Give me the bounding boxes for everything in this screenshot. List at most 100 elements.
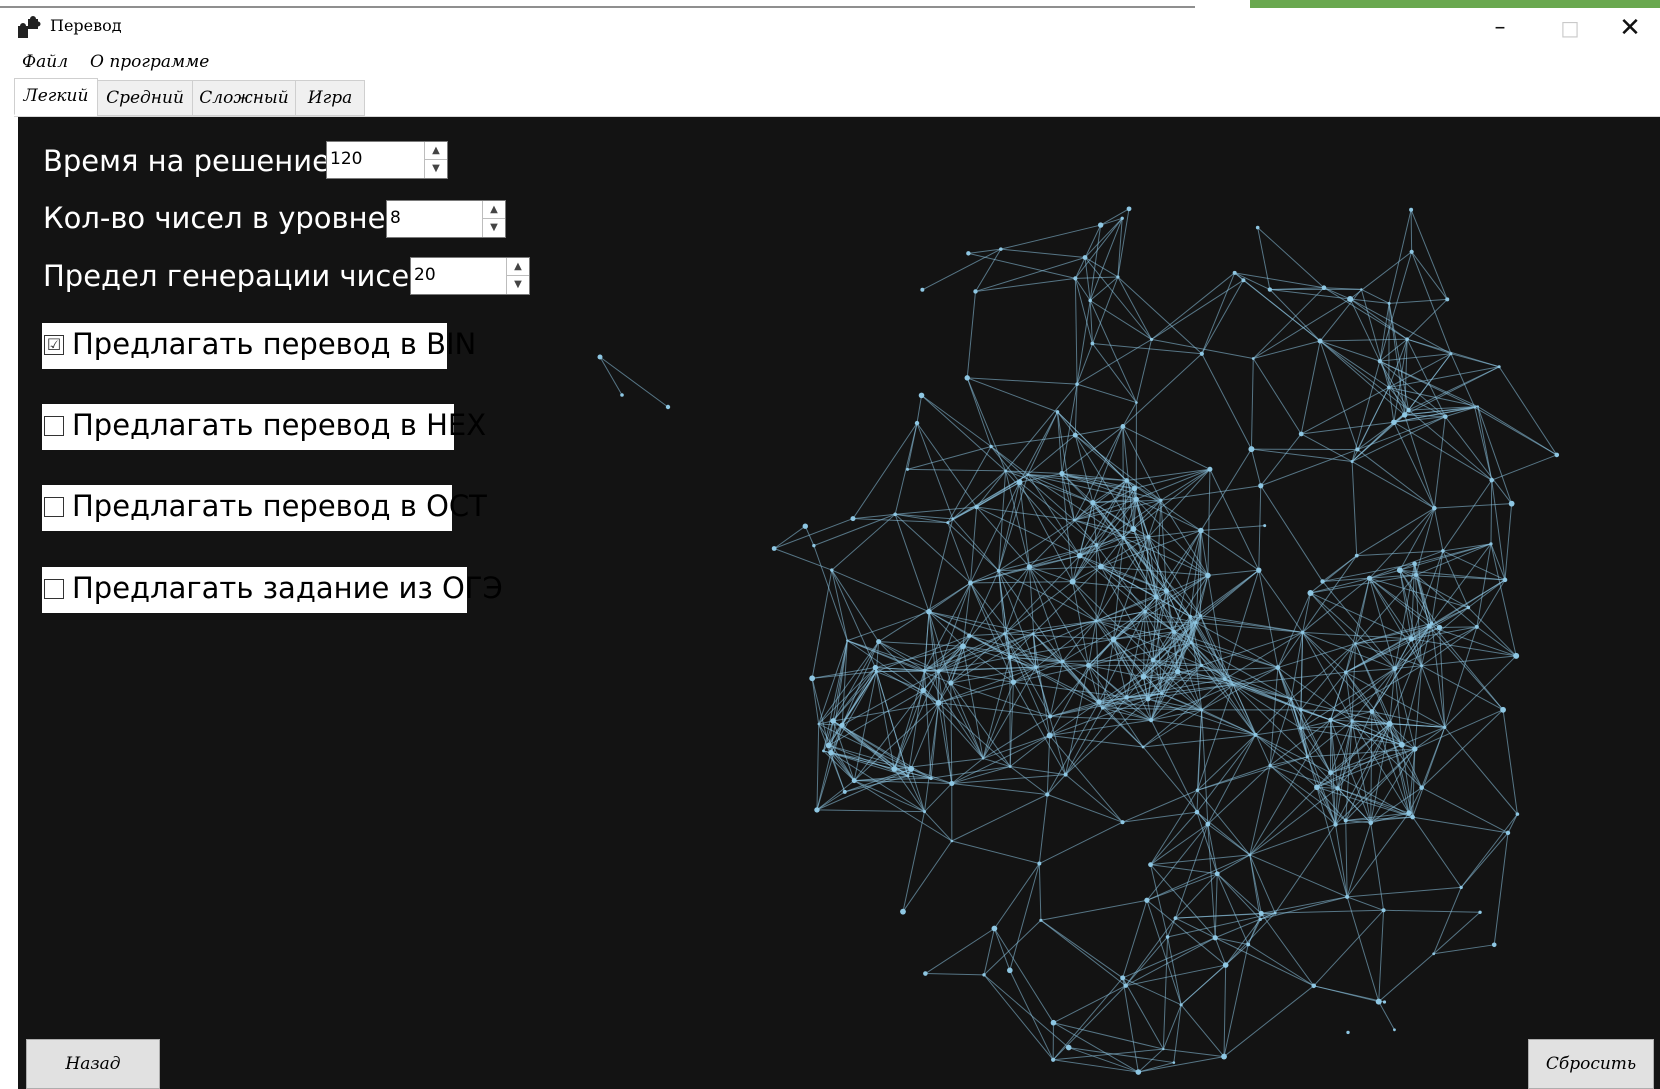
network-node: [1232, 270, 1237, 275]
network-node: [1174, 668, 1181, 675]
spin-up-icon[interactable]: ▲: [483, 201, 505, 219]
limit-spinbox[interactable]: 20 ▲ ▼: [410, 257, 530, 295]
spin-up-icon[interactable]: ▲: [507, 258, 529, 276]
network-edge: [1125, 917, 1176, 987]
network-node: [1298, 708, 1303, 712]
option-oct[interactable]: Предлагать перевод в OCT: [42, 485, 487, 531]
network-edge: [1122, 977, 1182, 1006]
network-edge: [907, 446, 992, 470]
network-edge: [1167, 912, 1276, 938]
network-node: [1459, 885, 1463, 890]
network-edge: [1310, 592, 1396, 669]
network-edge: [1038, 863, 1042, 921]
network-edge: [1319, 340, 1409, 411]
network-edge: [1349, 298, 1408, 340]
network-node: [1055, 410, 1060, 414]
network-edge: [1040, 899, 1147, 921]
reset-button[interactable]: Сбросить: [1528, 1039, 1654, 1089]
time-value[interactable]: 120: [330, 149, 362, 169]
network-edge: [1209, 469, 1260, 571]
network-node: [1246, 942, 1251, 947]
spin-down-icon[interactable]: ▼: [425, 160, 447, 177]
close-button[interactable]: ✕: [1600, 10, 1660, 46]
network-edge: [1306, 756, 1336, 825]
network-edge: [1207, 469, 1211, 576]
network-node: [1199, 351, 1204, 356]
network-node: [1120, 424, 1126, 429]
option-hex[interactable]: Предлагать перевод в HEX: [42, 404, 486, 450]
network-edge: [1056, 411, 1063, 474]
tab-hard[interactable]: Сложный: [192, 80, 296, 116]
network-edge: [1122, 402, 1137, 427]
network-edge: [967, 377, 1058, 413]
network-node: [1267, 287, 1273, 292]
count-value[interactable]: 8: [390, 208, 401, 228]
network-node: [1097, 222, 1104, 228]
network-node: [906, 774, 910, 778]
network-edge: [1450, 353, 1500, 368]
maximize-button[interactable]: □: [1540, 10, 1600, 46]
minimize-button[interactable]: –: [1470, 10, 1530, 46]
network-node: [1126, 206, 1132, 212]
spin-down-icon[interactable]: ▼: [483, 219, 505, 236]
network-edge: [1301, 421, 1394, 435]
network-node: [1442, 725, 1447, 729]
network-edge: [966, 377, 992, 447]
network-node: [1387, 301, 1391, 305]
tab-game[interactable]: Игра: [295, 80, 365, 116]
network-node: [1441, 549, 1445, 553]
network-node: [1050, 1019, 1057, 1026]
network-node: [1387, 385, 1391, 390]
network-edge: [1074, 434, 1162, 501]
option-oge[interactable]: Предлагать задание из ОГЭ: [42, 567, 503, 613]
back-button[interactable]: Назад: [26, 1039, 160, 1089]
network-node: [1409, 207, 1414, 212]
menu-file[interactable]: Файл: [22, 52, 68, 72]
tab-content-panel: Время на решение: 120 ▲ ▼ Кол-во чисел в…: [18, 117, 1660, 1089]
network-edge: [1383, 909, 1481, 913]
network-edge: [966, 377, 1007, 472]
network-edge: [923, 611, 930, 671]
title-bar[interactable]: [0, 8, 1660, 48]
network-edge: [1378, 1001, 1395, 1031]
tab-medium[interactable]: Средний: [97, 80, 193, 116]
checkbox-oge[interactable]: [44, 579, 64, 599]
network-node: [893, 512, 897, 517]
network-edge: [895, 513, 953, 520]
option-bin[interactable]: ☑ Предлагать перевод в BIN: [42, 323, 476, 369]
spin-down-icon[interactable]: ▼: [507, 276, 529, 293]
time-spinbox[interactable]: 120 ▲ ▼: [326, 141, 448, 179]
network-edge: [1074, 434, 1094, 503]
network-edge: [1000, 224, 1101, 250]
count-spinbox[interactable]: 8 ▲ ▼: [386, 200, 506, 238]
network-node: [1172, 1061, 1176, 1064]
network-edge: [925, 928, 995, 974]
checkbox-bin[interactable]: ☑: [44, 335, 64, 355]
network-edge: [1393, 422, 1435, 509]
checkbox-oct[interactable]: [44, 497, 64, 517]
network-node: [929, 776, 933, 781]
limit-value[interactable]: 20: [414, 265, 436, 285]
network-node: [1241, 278, 1246, 283]
network-node: [1026, 473, 1030, 476]
network-node: [1199, 663, 1204, 667]
menu-about[interactable]: О программе: [90, 52, 209, 72]
network-edge: [1468, 579, 1506, 608]
network-node: [1094, 543, 1099, 547]
network-node: [830, 568, 834, 572]
tab-easy[interactable]: Легкий: [14, 78, 98, 115]
network-edge: [1277, 667, 1308, 757]
network-node: [1300, 630, 1305, 635]
network-edge: [1200, 525, 1265, 532]
spin-up-icon[interactable]: ▲: [425, 142, 447, 160]
network-edge: [1247, 944, 1315, 987]
network-edge: [1075, 276, 1118, 279]
checkbox-hex[interactable]: [44, 416, 64, 436]
network-node: [850, 516, 856, 522]
network-node: [923, 971, 928, 976]
network-edge: [982, 735, 1050, 759]
option-hex-label: Предлагать перевод в HEX: [72, 408, 487, 442]
network-edge: [894, 757, 984, 770]
network-node: [951, 517, 955, 521]
network-edge: [1039, 821, 1123, 864]
